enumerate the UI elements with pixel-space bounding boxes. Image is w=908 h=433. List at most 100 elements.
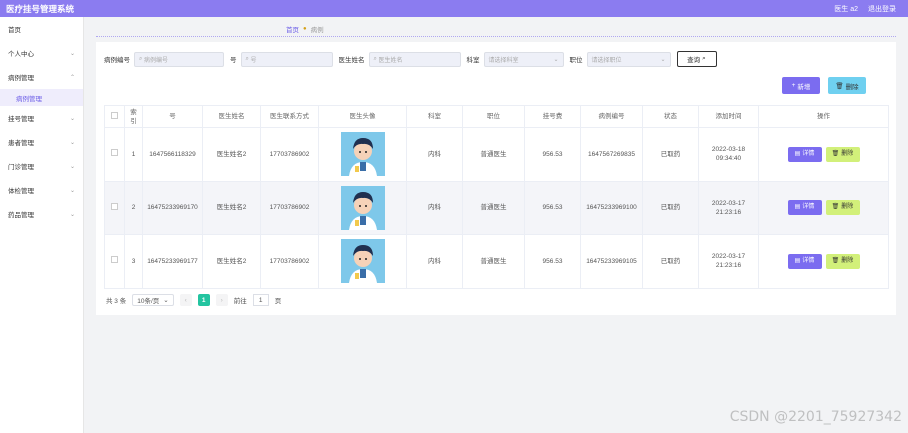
- case-no-label: 病例编号: [104, 57, 130, 64]
- main-panel: 病例编号 ⌕ 病例编号 号 ⌕ 号 医生姓名 ⌕ 医生姓名 科室 请选择科室 ⌄ …: [96, 42, 896, 315]
- cell-position: 普通医生: [462, 180, 525, 235]
- col-phone: 医生联系方式: [260, 105, 319, 128]
- cell-avatar: [318, 127, 407, 182]
- prev-page-button[interactable]: ‹: [179, 294, 192, 306]
- edit-icon: ▤: [794, 150, 801, 157]
- delete-button[interactable]: 🗑 删除: [825, 146, 860, 162]
- cell-case-no: 16475233969105: [580, 234, 643, 289]
- app-title: 医疗挂号管理系统: [6, 3, 75, 14]
- cell-actions: ▤ 详情 🗑 删除: [758, 127, 889, 182]
- table-row: 1 1647566118329 医生姓名2 17703786902 内科 普通医…: [104, 127, 889, 182]
- table-row: 2 16475233969170 医生姓名2 17703786902 内科 普通…: [104, 180, 889, 235]
- col-number: 号: [142, 105, 203, 128]
- sidebar-item-outpatient[interactable]: 门诊管理 ⌄: [0, 154, 83, 178]
- detail-button[interactable]: ▤ 详情: [787, 146, 822, 162]
- number-label: 号: [230, 57, 237, 64]
- chevron-down-icon: ⌄: [69, 115, 75, 122]
- detail-button[interactable]: ▤ 详情: [787, 200, 822, 216]
- goto-prefix: 前往: [233, 298, 247, 305]
- col-case-no: 病例编号: [580, 105, 643, 128]
- sidebar-subitem-cases[interactable]: 病例管理: [0, 89, 83, 106]
- cell-case-no: 1647567269835: [580, 127, 643, 182]
- toolbar: + 新增 🗑 删除: [782, 77, 866, 94]
- select-all-checkbox[interactable]: [111, 111, 118, 119]
- cell-position: 普通医生: [462, 127, 525, 182]
- goto-suffix: 页: [274, 298, 282, 305]
- number-input[interactable]: ⌕ 号: [240, 51, 333, 67]
- cell-index: 1: [124, 127, 143, 182]
- cell-avatar: [318, 180, 407, 235]
- search-bar: 病例编号 ⌕ 病例编号 号 ⌕ 号 医生姓名 ⌕ 医生姓名 科室 请选择科室 ⌄ …: [104, 50, 717, 68]
- next-page-button[interactable]: ›: [215, 294, 228, 306]
- doctor-avatar[interactable]: [340, 239, 385, 284]
- cell-index: 2: [124, 180, 143, 235]
- doctor-avatar[interactable]: [340, 185, 385, 230]
- row-checkbox[interactable]: [111, 202, 118, 210]
- col-actions: 操作: [758, 105, 889, 128]
- sidebar-item-profile[interactable]: 个人中心 ⌄: [0, 41, 83, 65]
- add-button[interactable]: + 新增: [782, 77, 820, 94]
- delete-button[interactable]: 🗑 删除: [825, 200, 860, 216]
- col-index: 索引: [124, 105, 143, 128]
- position-select[interactable]: 请选择职位 ⌄: [586, 51, 671, 67]
- cell-phone: 17703786902: [260, 127, 319, 182]
- cell-number: 16475233969170: [142, 180, 203, 235]
- user-name: 医生 a2: [834, 5, 858, 13]
- cell-actions: ▤ 详情 🗑 删除: [758, 180, 889, 235]
- chevron-down-icon: ⌄: [69, 139, 75, 146]
- cell-case-no: 16475233969100: [580, 180, 643, 235]
- sidebar-item-home[interactable]: 首页: [0, 17, 83, 41]
- dept-select[interactable]: 请选择科室 ⌄: [483, 51, 564, 67]
- cell-actions: ▤ 详情 🗑 删除: [758, 234, 889, 289]
- cell-fee: 956.53: [524, 127, 581, 182]
- trash-icon: 🗑: [831, 204, 840, 211]
- sidebar: 首页 个人中心 ⌄ 病例管理 ⌃ 病例管理 挂号管理 ⌄ 患者管理 ⌄ 门诊管理 ⌄ 体检…: [0, 17, 84, 433]
- chevron-down-icon: ⌄: [69, 163, 75, 170]
- row-checkbox[interactable]: [111, 149, 118, 157]
- cell-time: 2022-03-17 21:23:16: [698, 234, 759, 289]
- batch-delete-button[interactable]: 🗑 删除: [828, 77, 866, 94]
- trash-icon: 🗑: [835, 82, 844, 90]
- edit-icon: ▤: [794, 204, 801, 211]
- chevron-down-icon: ⌄: [69, 187, 75, 194]
- sidebar-item-registration[interactable]: 挂号管理 ⌄: [0, 106, 83, 130]
- trash-icon: 🗑: [831, 150, 840, 157]
- sidebar-item-checkup[interactable]: 体检管理 ⌄: [0, 178, 83, 202]
- breadcrumb-current: 病例: [310, 27, 324, 34]
- sidebar-item-medicine[interactable]: 药品管理 ⌄: [0, 202, 83, 226]
- sidebar-item-patients[interactable]: 患者管理 ⌄: [0, 130, 83, 154]
- cell-dept: 内科: [406, 127, 463, 182]
- cell-doctor: 医生姓名2: [202, 127, 261, 182]
- sidebar-item-cases[interactable]: 病例管理 ⌃: [0, 65, 83, 89]
- total-count: 共 3 条: [106, 298, 127, 305]
- query-button[interactable]: 查询 ⌕: [676, 51, 717, 67]
- table-row: 3 16475233969177 医生姓名2 17703786902 内科 普通…: [104, 234, 889, 289]
- goto-page-input[interactable]: 1: [252, 294, 269, 306]
- cell-index: 3: [124, 234, 143, 289]
- row-checkbox[interactable]: [111, 256, 118, 264]
- detail-button[interactable]: ▤ 详情: [787, 253, 822, 269]
- dept-label: 科室: [466, 57, 480, 64]
- logout-link[interactable]: 退出登录: [868, 4, 896, 14]
- medal-icon: ●: [303, 26, 307, 32]
- plus-icon: +: [791, 82, 796, 89]
- pagination: 共 3 条 10条/页 ⌄ ‹ 1 › 前往 1 页: [106, 294, 281, 306]
- cell-status: 已取药: [642, 180, 699, 235]
- page-size-select[interactable]: 10条/页 ⌄: [132, 294, 174, 306]
- col-position: 职位: [462, 105, 525, 128]
- page-number-current[interactable]: 1: [197, 294, 210, 306]
- case-no-input[interactable]: ⌕ 病例编号: [134, 51, 224, 67]
- breadcrumb-home[interactable]: 首页: [286, 24, 299, 34]
- cell-doctor: 医生姓名2: [202, 180, 261, 235]
- cell-number: 16475233969177: [142, 234, 203, 289]
- cell-number: 1647566118329: [142, 127, 203, 182]
- col-avatar: 医生头像: [318, 105, 407, 128]
- cell-time: 2022-03-17 21:23:16: [698, 180, 759, 235]
- doctor-avatar[interactable]: [340, 132, 385, 177]
- position-label: 职位: [569, 57, 583, 64]
- cell-time: 2022-03-18 09:34:40: [698, 127, 759, 182]
- edit-icon: ▤: [794, 257, 801, 264]
- doctor-name-input[interactable]: ⌕ 医生姓名: [368, 51, 461, 67]
- col-fee: 挂号费: [524, 105, 581, 128]
- delete-button[interactable]: 🗑 删除: [825, 253, 860, 269]
